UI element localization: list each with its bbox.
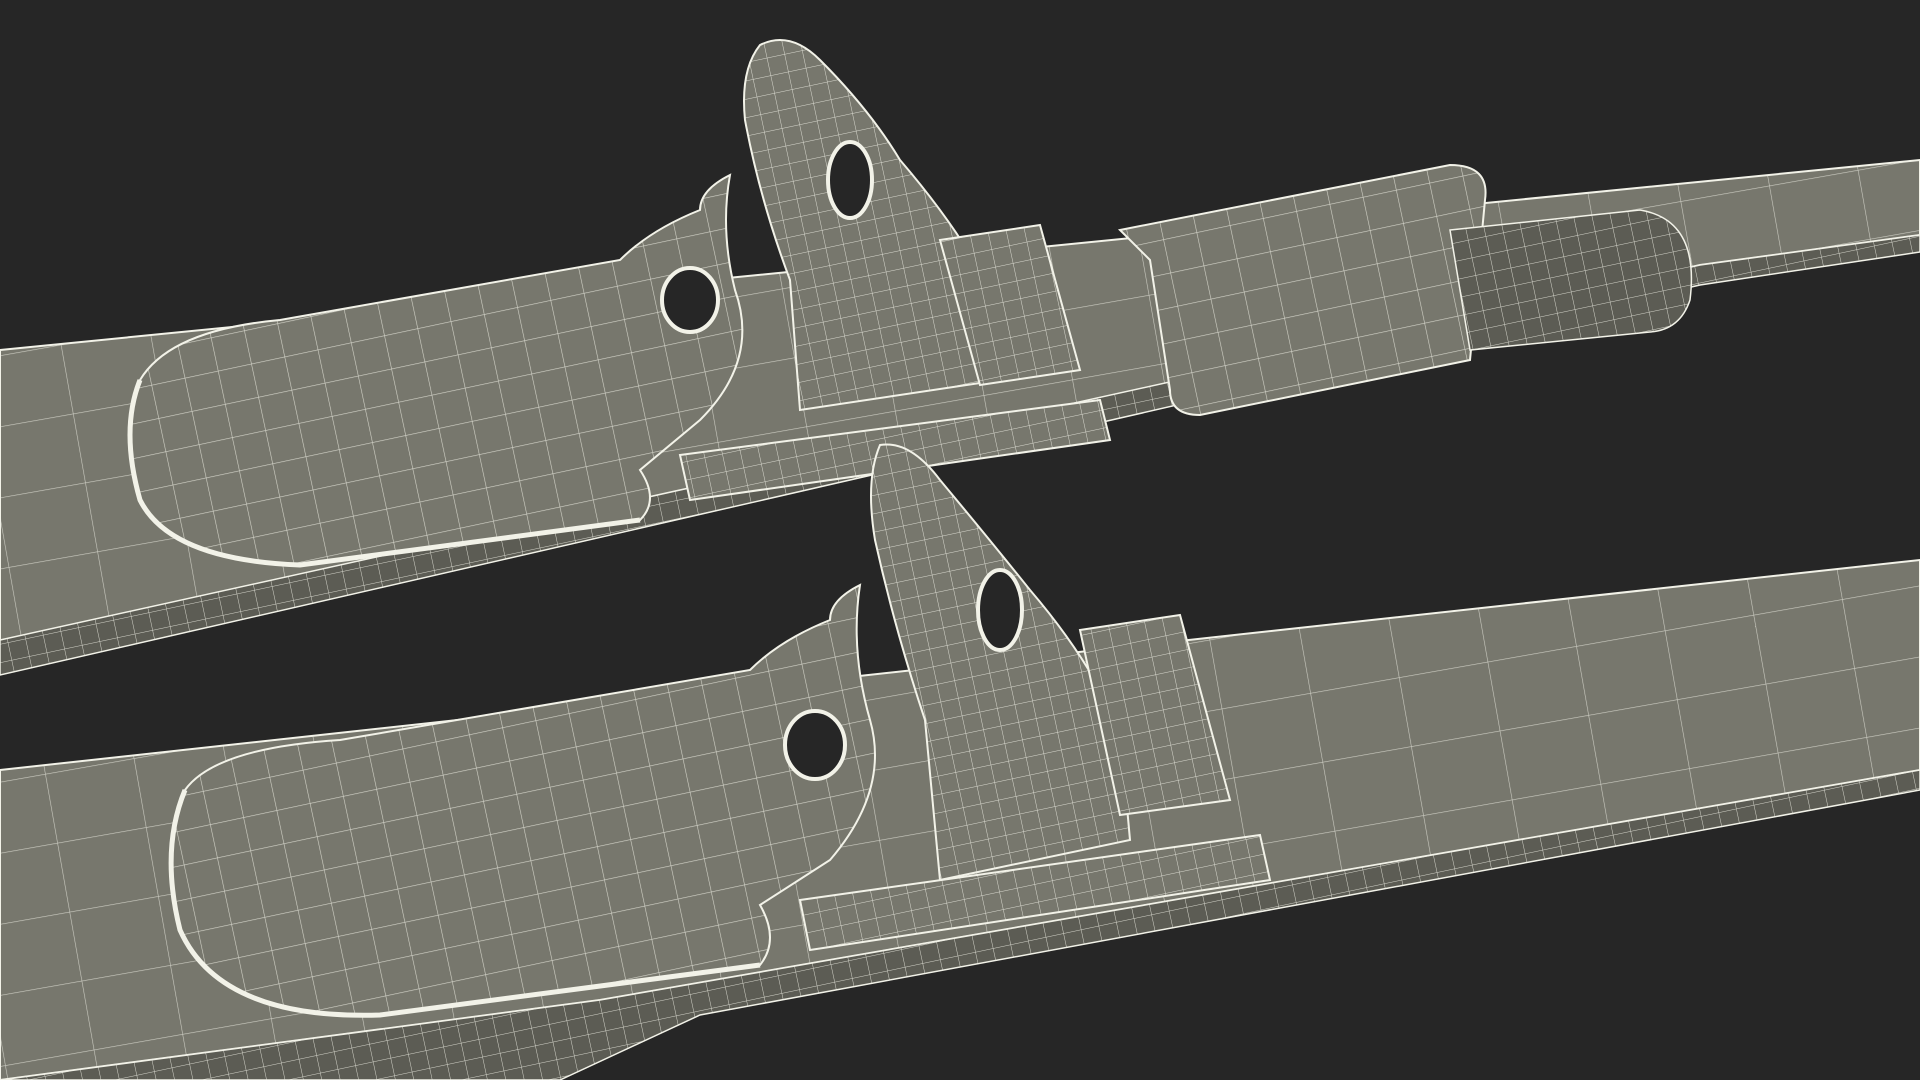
render-viewport [0,0,1920,1080]
lower-heel-fin-hole [976,568,1024,652]
upper-toe-hole [660,266,720,334]
upper-heel-fin-hole [826,140,874,220]
upper-rear-pad-grid [1450,210,1692,350]
lower-toe-hole [783,709,847,781]
wireframe-scene [0,0,1920,1080]
